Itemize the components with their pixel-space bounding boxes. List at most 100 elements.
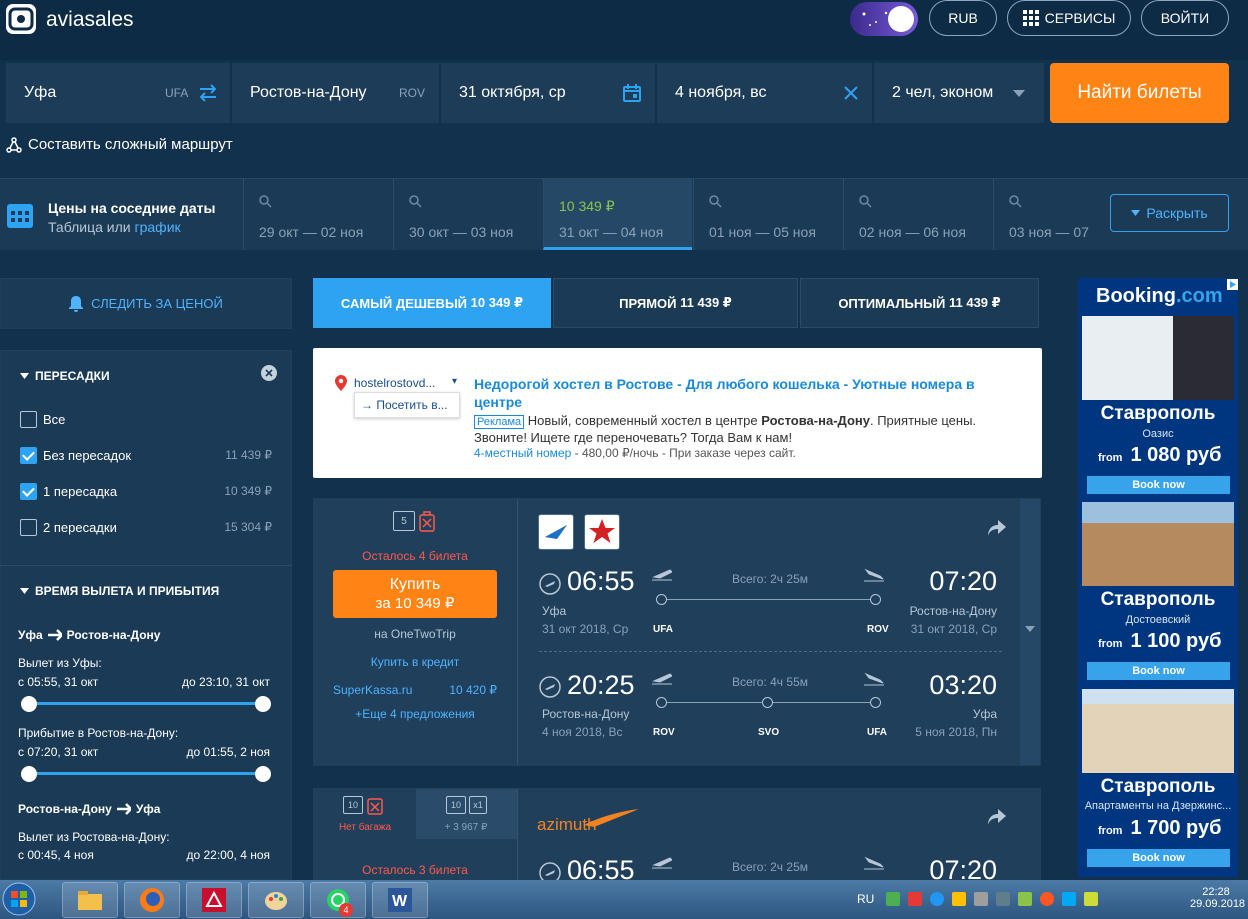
tray-icon[interactable] [1040, 892, 1054, 906]
plane-icon [116, 803, 131, 815]
date-cell[interactable]: 02 ноя — 06 ноя [843, 178, 992, 250]
alt-seller-price[interactable]: 10 420 ₽ [430, 683, 497, 697]
time-title[interactable]: ВРЕМЯ ВЫЛЕТА И ПРИБЫТИЯ [35, 584, 219, 598]
hotel-city: Ставрополь [1100, 589, 1216, 610]
complex-route-link[interactable]: Составить сложный маршрут [6, 136, 233, 153]
collapse-caret-icon[interactable] [20, 588, 29, 594]
book-now-button[interactable]: Book now [1087, 849, 1230, 867]
whatsapp-taskbar-icon[interactable] [310, 882, 366, 918]
ad-sitelink-link[interactable]: 4-местный номер [474, 446, 571, 460]
tab-optimal[interactable]: ОПТИМАЛЬНЫЙ 11 439 ₽ [800, 278, 1039, 328]
ticket-expand-strip[interactable] [1020, 499, 1040, 765]
collapse-caret-icon[interactable] [20, 373, 29, 379]
route-icon [6, 136, 22, 153]
calendar-icon[interactable] [622, 83, 642, 103]
stops-two-label[interactable]: 2 пересадки [43, 520, 117, 535]
stops-one-label[interactable]: 1 пересадка [43, 484, 117, 499]
arr-slider-min-handle[interactable] [21, 766, 37, 782]
dep-slider-min-handle[interactable] [21, 696, 37, 712]
ad-desc-text: Новый, современный хостел в центре [527, 413, 758, 428]
dep-slider-max-handle[interactable] [255, 696, 271, 712]
adchoices-icon[interactable] [1227, 279, 1238, 290]
services-button[interactable]: СЕРВИСЫ [1007, 0, 1131, 36]
date-cell[interactable]: 01 ноя — 05 ноя [693, 178, 842, 250]
stops-direct-checkbox[interactable] [20, 447, 37, 464]
night-mode-toggle[interactable] [850, 2, 918, 36]
tray-icon[interactable] [952, 892, 966, 906]
tray-icon[interactable] [974, 892, 988, 906]
book-now-button[interactable]: Book now [1087, 476, 1230, 494]
takeoff-icon [652, 673, 672, 685]
tray-icon[interactable] [1062, 892, 1076, 906]
book-now-button[interactable]: Book now [1087, 662, 1230, 680]
stops-direct-label[interactable]: Без пересадок [43, 448, 131, 463]
tray-icon[interactable] [930, 892, 944, 906]
language-indicator[interactable]: RU [857, 892, 874, 906]
date-cell[interactable]: 29 окт — 02 ноя [243, 178, 392, 250]
depart-date-field[interactable]: 31 октября, ср [441, 63, 655, 123]
tray-icon[interactable] [1018, 892, 1032, 906]
tray-icon[interactable] [886, 892, 900, 906]
more-offers-link[interactable]: +Еще 4 предложения [333, 707, 497, 721]
table-view-link[interactable]: Таблица [48, 219, 103, 235]
login-button[interactable]: ВОЙТИ [1141, 0, 1229, 36]
expand-caret-icon[interactable] [1025, 626, 1035, 632]
stops-two-checkbox[interactable] [20, 519, 37, 536]
landing-icon [864, 568, 884, 582]
tray-icon[interactable] [908, 892, 922, 906]
origin-field[interactable]: Уфа UFA [6, 63, 230, 123]
aviasales-logo-icon[interactable] [6, 4, 36, 34]
credit-link[interactable]: Купить в кредит [333, 655, 497, 669]
stops-title[interactable]: ПЕРЕСАДКИ [35, 369, 110, 383]
taskbar-clock[interactable]: 22:28 29.09.2018 [1190, 886, 1245, 910]
buy-button[interactable]: Купить за 10 349 ₽ [333, 570, 497, 618]
clear-icon[interactable] [843, 85, 859, 101]
date-cell[interactable]: 03 ноя — 07 [993, 178, 1093, 250]
date-cell[interactable]: 30 окт — 03 ноя [393, 178, 542, 250]
acrobat-taskbar-icon[interactable] [186, 882, 242, 918]
ad-title-link[interactable]: Недорогой хостел в Ростове - Для любого … [474, 375, 1019, 411]
return-date-field[interactable]: 4 ноября, вс [657, 63, 872, 123]
tab-direct[interactable]: ПРЯМОЙ 11 439 ₽ [553, 278, 798, 328]
firefox-taskbar-icon[interactable] [124, 882, 180, 918]
passengers-field[interactable]: 2 чел, эконом [874, 63, 1044, 123]
no-baggage-label: Нет багажа [338, 822, 392, 833]
currency-button[interactable]: RUB [929, 0, 997, 36]
search-form: Уфа UFA Ростов-на-Дону ROV 31 октября, с… [6, 63, 1044, 123]
watch-price-button[interactable]: СЛЕДИТЬ ЗА ЦЕНОЙ [0, 278, 292, 329]
chart-view-link[interactable]: график [135, 219, 181, 235]
no-baggage-icon [419, 511, 435, 532]
arr-slider-track [28, 772, 264, 775]
stops-all-checkbox[interactable] [20, 411, 37, 428]
stops-one-checkbox[interactable] [20, 483, 37, 500]
word-taskbar-icon[interactable]: W [372, 882, 428, 918]
price-from: from [1098, 638, 1123, 650]
logo-text[interactable]: aviasales [46, 8, 134, 32]
dep-to: до 23:10, 31 окт [182, 675, 270, 689]
tab-price: 11 439 ₽ [948, 295, 1001, 310]
ad-visit-button[interactable]: → Посетить в... [354, 392, 460, 418]
date-range: 29 окт — 02 ноя [259, 224, 364, 240]
plane-icon [47, 629, 62, 641]
date-cell-selected[interactable]: 10 349 ₽ 31 окт — 04 ноя [543, 178, 692, 250]
chevron-down-icon [1013, 90, 1025, 97]
swap-icon[interactable] [198, 83, 218, 103]
dep-time: 20:25 [567, 670, 635, 700]
arr-slider-max-handle[interactable] [255, 766, 271, 782]
stops-all-label[interactable]: Все [43, 412, 65, 427]
share-icon[interactable] [988, 809, 1006, 825]
find-tickets-button[interactable]: Найти билеты [1050, 63, 1229, 123]
alt-seller-link[interactable]: SuperKassa.ru [333, 683, 412, 697]
start-button-icon[interactable] [2, 882, 36, 916]
paint-taskbar-icon[interactable] [248, 882, 304, 918]
explorer-taskbar-icon[interactable] [62, 882, 118, 918]
tray-icon[interactable] [996, 892, 1010, 906]
system-tray-icons[interactable] [886, 892, 1166, 908]
reset-filter-icon[interactable] [261, 365, 277, 381]
tab-cheapest[interactable]: САМЫЙ ДЕШЕВЫЙ 10 349 ₽ [313, 278, 551, 328]
expand-dates-button[interactable]: Раскрыть [1110, 194, 1229, 232]
tray-icon[interactable] [1084, 892, 1098, 906]
share-icon[interactable] [988, 520, 1006, 536]
destination-field[interactable]: Ростов-на-Дону ROV [232, 63, 439, 123]
ad-domain-link[interactable]: hostelrostovd... [354, 376, 435, 390]
